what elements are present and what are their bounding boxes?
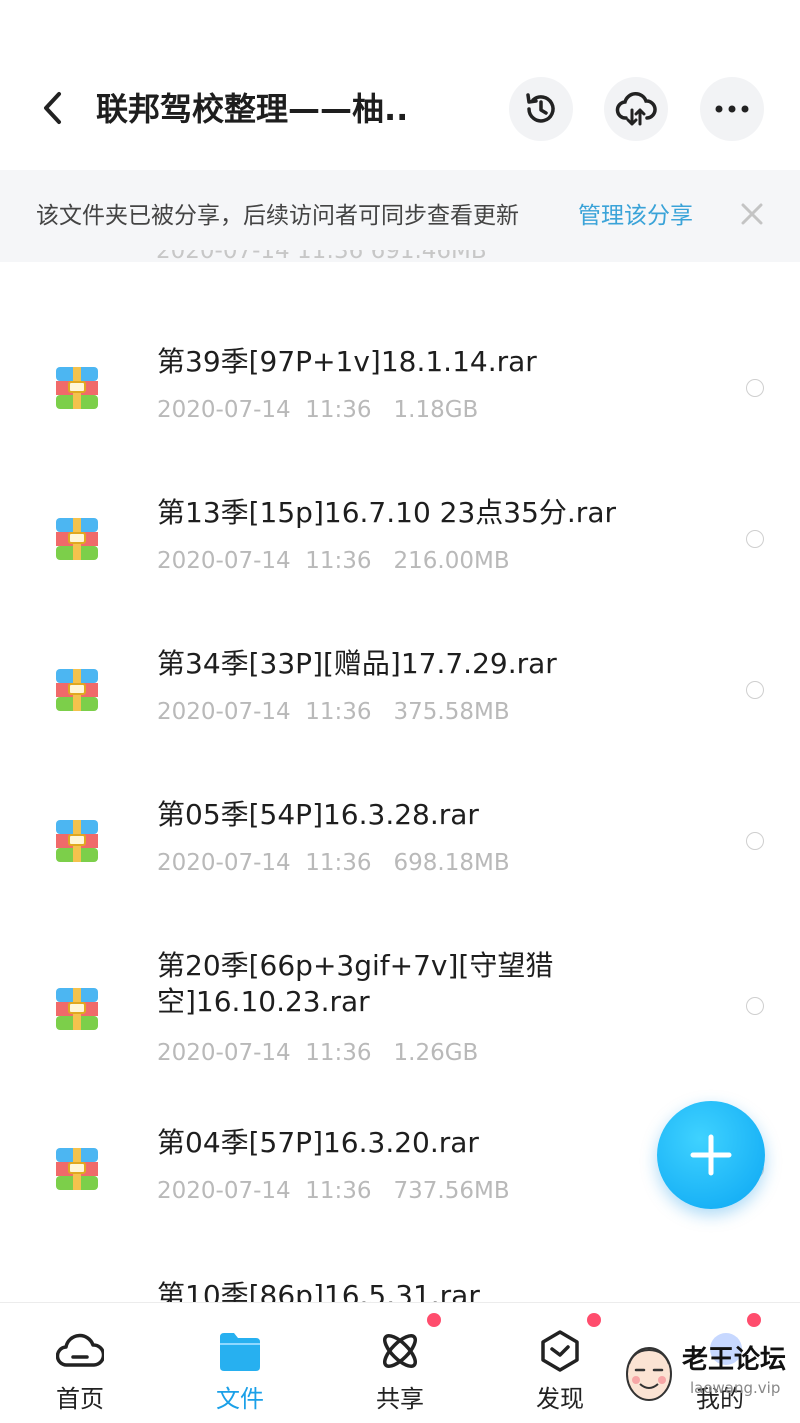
file-size: 737.56MB bbox=[393, 1178, 510, 1204]
file-name: 第39季[97P+1v]18.1.14.rar bbox=[157, 345, 537, 378]
file-date: 2020-07-14 11:36 bbox=[157, 1040, 372, 1066]
file-name: 第34季[33P][赠品]17.7.29.rar bbox=[157, 647, 557, 680]
history-icon bbox=[526, 93, 555, 123]
share-banner: 该文件夹已被分享，后续访问者可同步查看更新 管理该分享 bbox=[0, 170, 800, 262]
watermark-subtitle: laowang.vip bbox=[690, 1379, 781, 1397]
watermark-title: 老王论坛 bbox=[682, 1345, 787, 1375]
file-meta: 2020-07-14 11:36 216.00MB bbox=[157, 546, 510, 576]
file-meta: 2020-07-14 11:36 737.56MB bbox=[157, 1176, 510, 1206]
share-badge bbox=[427, 1313, 441, 1327]
more-icon bbox=[715, 105, 749, 113]
file-row[interactable]: 第05季[54P]16.3.28.rar 2020-07-14 11:36 698… bbox=[0, 793, 800, 883]
profile-badge bbox=[747, 1313, 761, 1327]
file-row[interactable]: 第13季[15p]16.7.10 23点35分.rar 2020-07-14 11… bbox=[0, 491, 800, 581]
rar-archive-icon bbox=[56, 820, 98, 862]
file-size: 375.58MB bbox=[393, 699, 510, 725]
nav-files-label: 文件 bbox=[216, 1385, 264, 1413]
partial-file-meta: 2020-07-14 11:36 691.46MB bbox=[156, 250, 487, 264]
manage-share-link[interactable]: 管理该分享 bbox=[578, 196, 693, 236]
file-date: 2020-07-14 11:36 bbox=[157, 850, 372, 876]
file-name: 第20季[66p+3gif+7v][守望猎空]16.10.23.rar bbox=[157, 949, 554, 1018]
select-radio[interactable] bbox=[746, 530, 764, 548]
file-size: 216.00MB bbox=[393, 548, 510, 574]
nav-files[interactable]: 文件 bbox=[160, 1303, 320, 1423]
cloud-home-icon bbox=[56, 1333, 104, 1367]
discover-badge bbox=[587, 1313, 601, 1327]
nav-share[interactable]: 共享 bbox=[320, 1303, 480, 1423]
cloud-sync-button[interactable] bbox=[604, 77, 668, 141]
file-name: 第13季[15p]16.7.10 23点35分.rar bbox=[157, 496, 616, 529]
close-icon bbox=[741, 203, 763, 225]
history-button[interactable] bbox=[509, 77, 573, 141]
old-man-face-icon bbox=[626, 1347, 672, 1401]
share-banner-text: 该文件夹已被分享，后续访问者可同步查看更新 bbox=[36, 203, 519, 229]
file-name: 第05季[54P]16.3.28.rar bbox=[157, 798, 479, 831]
page-title: 联邦驾校整理——柚.. bbox=[96, 90, 409, 128]
partial-file-name[interactable]: 第10季[86p]16.5.31.rar bbox=[157, 1278, 480, 1302]
file-size: 1.18GB bbox=[393, 397, 479, 423]
select-radio[interactable] bbox=[746, 681, 764, 699]
select-radio[interactable] bbox=[746, 379, 764, 397]
file-size: 698.18MB bbox=[393, 850, 510, 876]
file-meta: 2020-07-14 11:36 1.26GB bbox=[157, 1038, 478, 1068]
file-meta: 2020-07-14 11:36 1.18GB bbox=[157, 395, 478, 425]
chevron-left-icon bbox=[44, 92, 61, 124]
file-row[interactable]: 第20季[66p+3gif+7v][守望猎空]16.10.23.rar 2020-… bbox=[0, 944, 800, 1074]
file-date: 2020-07-14 11:36 bbox=[157, 1178, 372, 1204]
nav-home-label: 首页 bbox=[56, 1385, 104, 1413]
discover-icon bbox=[541, 1330, 579, 1372]
forum-watermark: 老王论坛 laowang.vip bbox=[616, 1338, 800, 1422]
select-radio[interactable] bbox=[746, 832, 764, 850]
file-size: 1.26GB bbox=[393, 1040, 479, 1066]
add-button[interactable] bbox=[657, 1101, 765, 1209]
rar-archive-icon bbox=[56, 669, 98, 711]
file-date: 2020-07-14 11:36 bbox=[157, 548, 372, 574]
banner-close-button[interactable] bbox=[734, 196, 770, 232]
nav-home[interactable]: 首页 bbox=[0, 1303, 160, 1423]
file-row[interactable]: 第34季[33P][赠品]17.7.29.rar 2020-07-14 11:36… bbox=[0, 642, 800, 732]
rar-archive-icon bbox=[56, 518, 98, 560]
select-radio[interactable] bbox=[746, 997, 764, 1015]
file-date: 2020-07-14 11:36 bbox=[157, 397, 372, 423]
file-meta: 2020-07-14 11:36 375.58MB bbox=[157, 697, 510, 727]
rar-archive-icon bbox=[56, 1148, 98, 1190]
more-button[interactable] bbox=[700, 77, 764, 141]
rar-archive-icon bbox=[56, 988, 98, 1030]
share-orbit-icon bbox=[383, 1334, 417, 1368]
file-meta: 2020-07-14 11:36 698.18MB bbox=[157, 848, 510, 878]
cloud-sync-icon bbox=[615, 92, 657, 126]
app-header: 联邦驾校整理——柚.. bbox=[0, 0, 800, 170]
rar-archive-icon bbox=[56, 367, 98, 409]
file-row[interactable]: 第39季[97P+1v]18.1.14.rar 2020-07-14 11:36 … bbox=[0, 340, 800, 430]
file-name: 第04季[57P]16.3.20.rar bbox=[157, 1126, 479, 1159]
plus-icon bbox=[690, 1134, 732, 1176]
file-date: 2020-07-14 11:36 bbox=[157, 699, 372, 725]
nav-share-label: 共享 bbox=[376, 1385, 424, 1413]
back-button[interactable] bbox=[28, 80, 78, 136]
folder-icon bbox=[220, 1333, 260, 1371]
